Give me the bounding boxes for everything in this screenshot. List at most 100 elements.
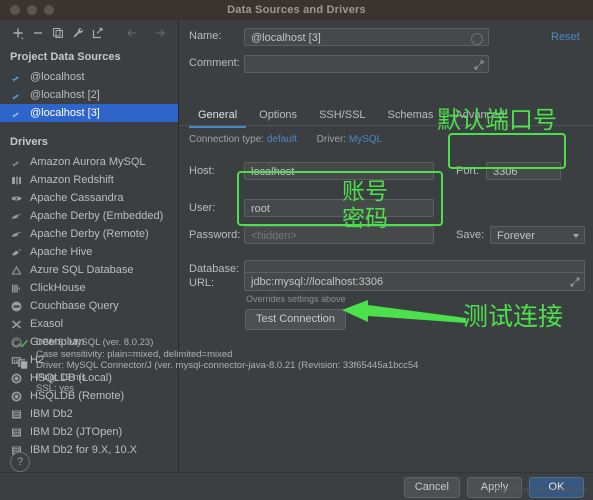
connection-status-details: DBMS: MySQL (ver. 8.0.23) Case sensitivi… — [36, 337, 419, 395]
data-sources-and-drivers-dialog: Data Sources and Drivers Project Data So… — [0, 0, 593, 500]
db2-icon — [10, 426, 23, 439]
database-label: Database: — [189, 263, 240, 275]
tab-schemas[interactable]: Schemas — [377, 105, 445, 125]
derby-icon — [10, 210, 23, 223]
driver-label: IBM Db2 — [30, 408, 73, 420]
driver-label: Apache Cassandra — [30, 192, 124, 204]
driver-label: Amazon Redshift — [30, 174, 114, 186]
sidebar: Project Data Sources @localhost @localho… — [0, 20, 179, 472]
driver-label: IBM Db2 for 9.X, 10.X — [30, 444, 137, 456]
tab-options[interactable]: Options — [248, 105, 308, 125]
hsqldb-icon — [10, 372, 23, 385]
minimize-window-button[interactable] — [27, 5, 37, 15]
settings-panel: Name: @localhost [3] Reset Comment: Gene… — [179, 20, 593, 472]
driver-item[interactable]: Apache Cassandra — [0, 189, 178, 207]
test-connection-button[interactable]: Test Connection — [245, 309, 346, 330]
annotation-text-port: 默认端口号 — [437, 107, 557, 134]
remove-icon[interactable] — [28, 23, 48, 43]
url-input[interactable]: jdbc:mysql://localhost:3306 — [244, 272, 585, 291]
copy-icon[interactable] — [48, 23, 68, 43]
status-line: Driver: MySQL Connector/J (ver. mysql-co… — [36, 360, 419, 371]
couchbase-icon — [10, 300, 23, 313]
data-source-item-localhost-3[interactable]: @localhost [3] — [0, 104, 178, 122]
back-arrow-icon[interactable] — [122, 23, 142, 43]
wrench-icon[interactable] — [68, 23, 88, 43]
window-traffic-lights[interactable] — [10, 5, 54, 15]
driver-item[interactable]: Apache Derby (Remote) — [0, 225, 178, 243]
driver-item[interactable]: Azure SQL Database — [0, 261, 178, 279]
mysql-dolphin-icon — [10, 71, 23, 84]
cassandra-icon — [10, 192, 23, 205]
driver-item[interactable]: Apache Hive — [0, 243, 178, 261]
hive-icon — [10, 246, 23, 259]
data-source-label: @localhost [3] — [30, 107, 100, 119]
status-line: Case sensitivity: plain=mixed, delimited… — [36, 348, 233, 360]
user-label: User: — [189, 202, 216, 214]
driver-item[interactable]: ClickHouse — [0, 279, 178, 297]
clickhouse-icon — [10, 282, 23, 295]
password-input[interactable]: <hidden> — [244, 226, 434, 244]
annotation-box-port — [448, 133, 566, 169]
url-input-value: jdbc:mysql://localhost:3306 — [251, 276, 384, 288]
project-data-sources-header: Project Data Sources — [10, 51, 121, 63]
annotation-box-credentials — [237, 171, 443, 226]
db2-icon — [10, 408, 23, 421]
driver-item[interactable]: Amazon Redshift — [0, 171, 178, 189]
derby-icon — [10, 228, 23, 241]
watermark: https://blog.csdn.net/mbytes — [494, 487, 587, 494]
close-window-button[interactable] — [10, 5, 20, 15]
success-check-icon — [18, 338, 29, 352]
driver-name-value[interactable]: MySQL — [349, 134, 382, 145]
url-hint: Overrides settings above — [246, 294, 346, 304]
help-button[interactable]: ? — [10, 452, 30, 472]
driver-label: Apache Hive — [30, 246, 93, 258]
host-label: Host: — [189, 165, 215, 177]
maximize-window-button[interactable] — [44, 5, 54, 15]
reset-link[interactable]: Reset — [551, 31, 580, 43]
connection-meta: Connection type: default Driver: MySQL — [189, 134, 382, 145]
name-label: Name: — [189, 30, 222, 42]
copy-details-icon[interactable] — [17, 358, 29, 373]
cancel-button[interactable]: Cancel — [403, 477, 460, 498]
dialog-footer: Cancel Apply OK — [0, 472, 593, 500]
status-line: Ping: 13 ms — [36, 371, 87, 383]
window-titlebar: Data Sources and Drivers — [0, 0, 593, 21]
import-icon[interactable] — [88, 23, 108, 43]
url-label: URL: — [189, 277, 215, 289]
driver-label: Couchbase Query — [30, 300, 119, 312]
connection-type-value[interactable]: default — [267, 134, 297, 145]
tab-general[interactable]: General — [187, 105, 248, 128]
driver-item[interactable]: Couchbase Query — [0, 297, 178, 315]
forward-arrow-icon[interactable] — [150, 23, 170, 43]
window-title: Data Sources and Drivers — [227, 4, 366, 16]
comment-input[interactable] — [244, 55, 489, 73]
redshift-icon — [10, 174, 23, 187]
data-source-item-localhost[interactable]: @localhost — [0, 68, 178, 86]
mysql-dolphin-icon — [10, 89, 23, 102]
comment-row: Comment: — [189, 57, 240, 69]
annotation-text-test-connection: 测试连接 — [463, 303, 564, 331]
driver-label: ClickHouse — [30, 282, 86, 294]
save-dropdown[interactable]: Forever — [490, 226, 585, 244]
data-source-label: @localhost [2] — [30, 89, 100, 101]
name-input[interactable]: @localhost [3] — [244, 28, 489, 46]
driver-label: Azure SQL Database — [30, 264, 134, 276]
driver-item[interactable]: IBM Db2 — [0, 405, 178, 423]
tab-ssh-ssl[interactable]: SSH/SSL — [308, 105, 376, 125]
aurora-mysql-icon — [10, 156, 23, 169]
driver-item[interactable]: Apache Derby (Embedded) — [0, 207, 178, 225]
driver-item[interactable]: Amazon Aurora MySQL — [0, 153, 178, 171]
password-placeholder: <hidden> — [251, 230, 297, 242]
mysql-dolphin-icon — [10, 107, 23, 120]
driver-item[interactable]: IBM Db2 (JTOpen) — [0, 423, 178, 441]
annotation-text-password: 密码 — [342, 205, 388, 231]
data-source-label: @localhost — [30, 71, 85, 83]
data-source-item-localhost-2[interactable]: @localhost [2] — [0, 86, 178, 104]
drivers-header: Drivers — [10, 136, 48, 148]
name-status-circle-icon — [471, 33, 483, 45]
expand-url-icon[interactable] — [569, 276, 580, 287]
name-row: Name: — [189, 30, 244, 42]
expand-editor-icon[interactable] — [473, 59, 484, 70]
driver-item[interactable]: Exasol — [0, 315, 178, 333]
add-icon[interactable] — [8, 23, 28, 43]
